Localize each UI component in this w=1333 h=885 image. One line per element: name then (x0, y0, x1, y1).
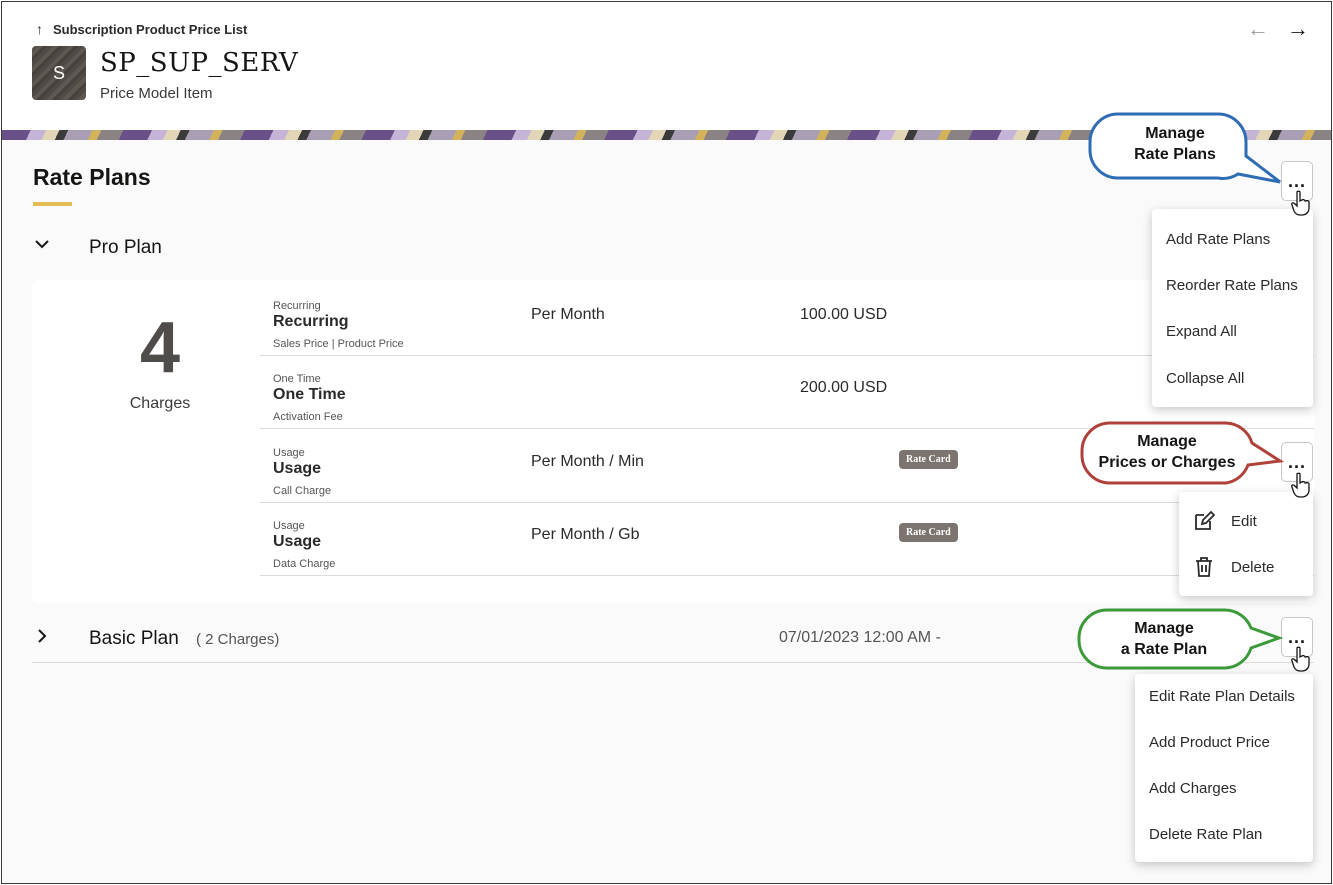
charge-type-title: Usage (273, 533, 322, 550)
callout-rate-plans-text: Manage Rate Plans (1108, 123, 1242, 165)
charge-period: Per Month / Gb (531, 526, 640, 543)
plan-name-pro[interactable]: Pro Plan (89, 237, 162, 259)
previous-arrow-icon[interactable]: ← (1247, 16, 1269, 42)
callout-line: a Rate Plan (1120, 641, 1208, 658)
charge-type-title: Usage (273, 460, 322, 477)
charge-count: 4 (139, 308, 181, 388)
charge-period: Per Month (531, 306, 605, 323)
callout-line: Manage (1134, 620, 1194, 637)
callout-rate-plan-text: Manage a Rate Plan (1092, 618, 1236, 660)
menu-item-add-rate-plans[interactable]: Add Rate Plans (1166, 231, 1270, 248)
charge-type: Usage (273, 520, 305, 532)
charge-type-title: One Time (273, 386, 346, 403)
rate-card-badge[interactable]: Rate Card (899, 450, 958, 469)
charge-menu: Edit Delete (1179, 492, 1313, 596)
breadcrumb[interactable]: ↑ Subscription Product Price List (36, 21, 247, 37)
rate-card-badge[interactable]: Rate Card (899, 523, 958, 542)
charges-label: Charges (129, 395, 191, 412)
menu-item-expand-all[interactable]: Expand All (1166, 323, 1237, 340)
charge-description: Sales Price | Product Price (273, 338, 404, 350)
callout-line: Manage (1145, 125, 1205, 142)
charge-type-title: Recurring (273, 313, 349, 330)
section-title: Rate Plans (33, 164, 151, 190)
plan-name-basic[interactable]: Basic Plan (89, 628, 179, 650)
menu-item-add-charges[interactable]: Add Charges (1149, 780, 1237, 797)
rate-plan-menu: Edit Rate Plan Details Add Product Price… (1135, 674, 1313, 862)
charge-period: Per Month / Min (531, 453, 644, 470)
callout-line: Prices or Charges (1098, 454, 1236, 471)
menu-item-edit-rate-plan-details[interactable]: Edit Rate Plan Details (1149, 688, 1295, 705)
trash-icon (1196, 557, 1212, 577)
page-frame: ↑ Subscription Product Price List ← → S … (1, 1, 1332, 884)
chevron-down-icon[interactable] (34, 236, 50, 257)
menu-item-add-product-price[interactable]: Add Product Price (1149, 734, 1270, 751)
page-title: SP_SUP_SERV (100, 48, 299, 78)
record-navigation: ← → (1247, 16, 1309, 42)
breadcrumb-label: Subscription Product Price List (53, 21, 248, 37)
section-title-underline (33, 202, 72, 206)
charge-description: Data Charge (273, 558, 336, 570)
hand-cursor-icon (1291, 646, 1310, 672)
next-arrow-icon[interactable]: → (1287, 16, 1309, 42)
charge-type: Recurring (273, 300, 321, 312)
menu-item-delete-rate-plan[interactable]: Delete Rate Plan (1149, 826, 1262, 843)
charge-type: Usage (273, 447, 305, 459)
basic-plan-charges-count: ( 2 Charges) (196, 631, 280, 648)
charge-description: Call Charge (273, 485, 332, 497)
charge-row[interactable]: Usage Usage Data Charge Per Month / Gb R… (260, 503, 1314, 576)
hand-cursor-icon (1291, 190, 1310, 216)
hand-cursor-icon (1291, 472, 1310, 498)
page-subtitle: Price Model Item (100, 85, 213, 102)
chevron-right-icon[interactable] (34, 628, 50, 649)
callout-charges-text: Manage Prices or Charges (1090, 431, 1244, 473)
rate-plans-menu: Add Rate Plans Reorder Rate Plans Expand… (1152, 209, 1313, 407)
charge-amount: 200.00 USD (800, 379, 888, 396)
avatar: S (32, 46, 86, 100)
charge-description: Activation Fee (273, 411, 343, 423)
charge-amount: 100.00 USD (800, 306, 888, 323)
basic-plan-date: 07/01/2023 12:00 AM - (779, 629, 941, 646)
charge-type: One Time (273, 373, 321, 385)
callout-line: Rate Plans (1134, 146, 1216, 163)
arrow-up-icon: ↑ (36, 21, 43, 37)
edit-icon (1195, 510, 1215, 530)
menu-item-delete[interactable]: Delete (1231, 559, 1274, 576)
menu-item-reorder-rate-plans[interactable]: Reorder Rate Plans (1166, 277, 1298, 294)
callout-line: Manage (1137, 433, 1197, 450)
menu-item-collapse-all[interactable]: Collapse All (1166, 370, 1244, 387)
menu-item-edit[interactable]: Edit (1231, 513, 1257, 530)
